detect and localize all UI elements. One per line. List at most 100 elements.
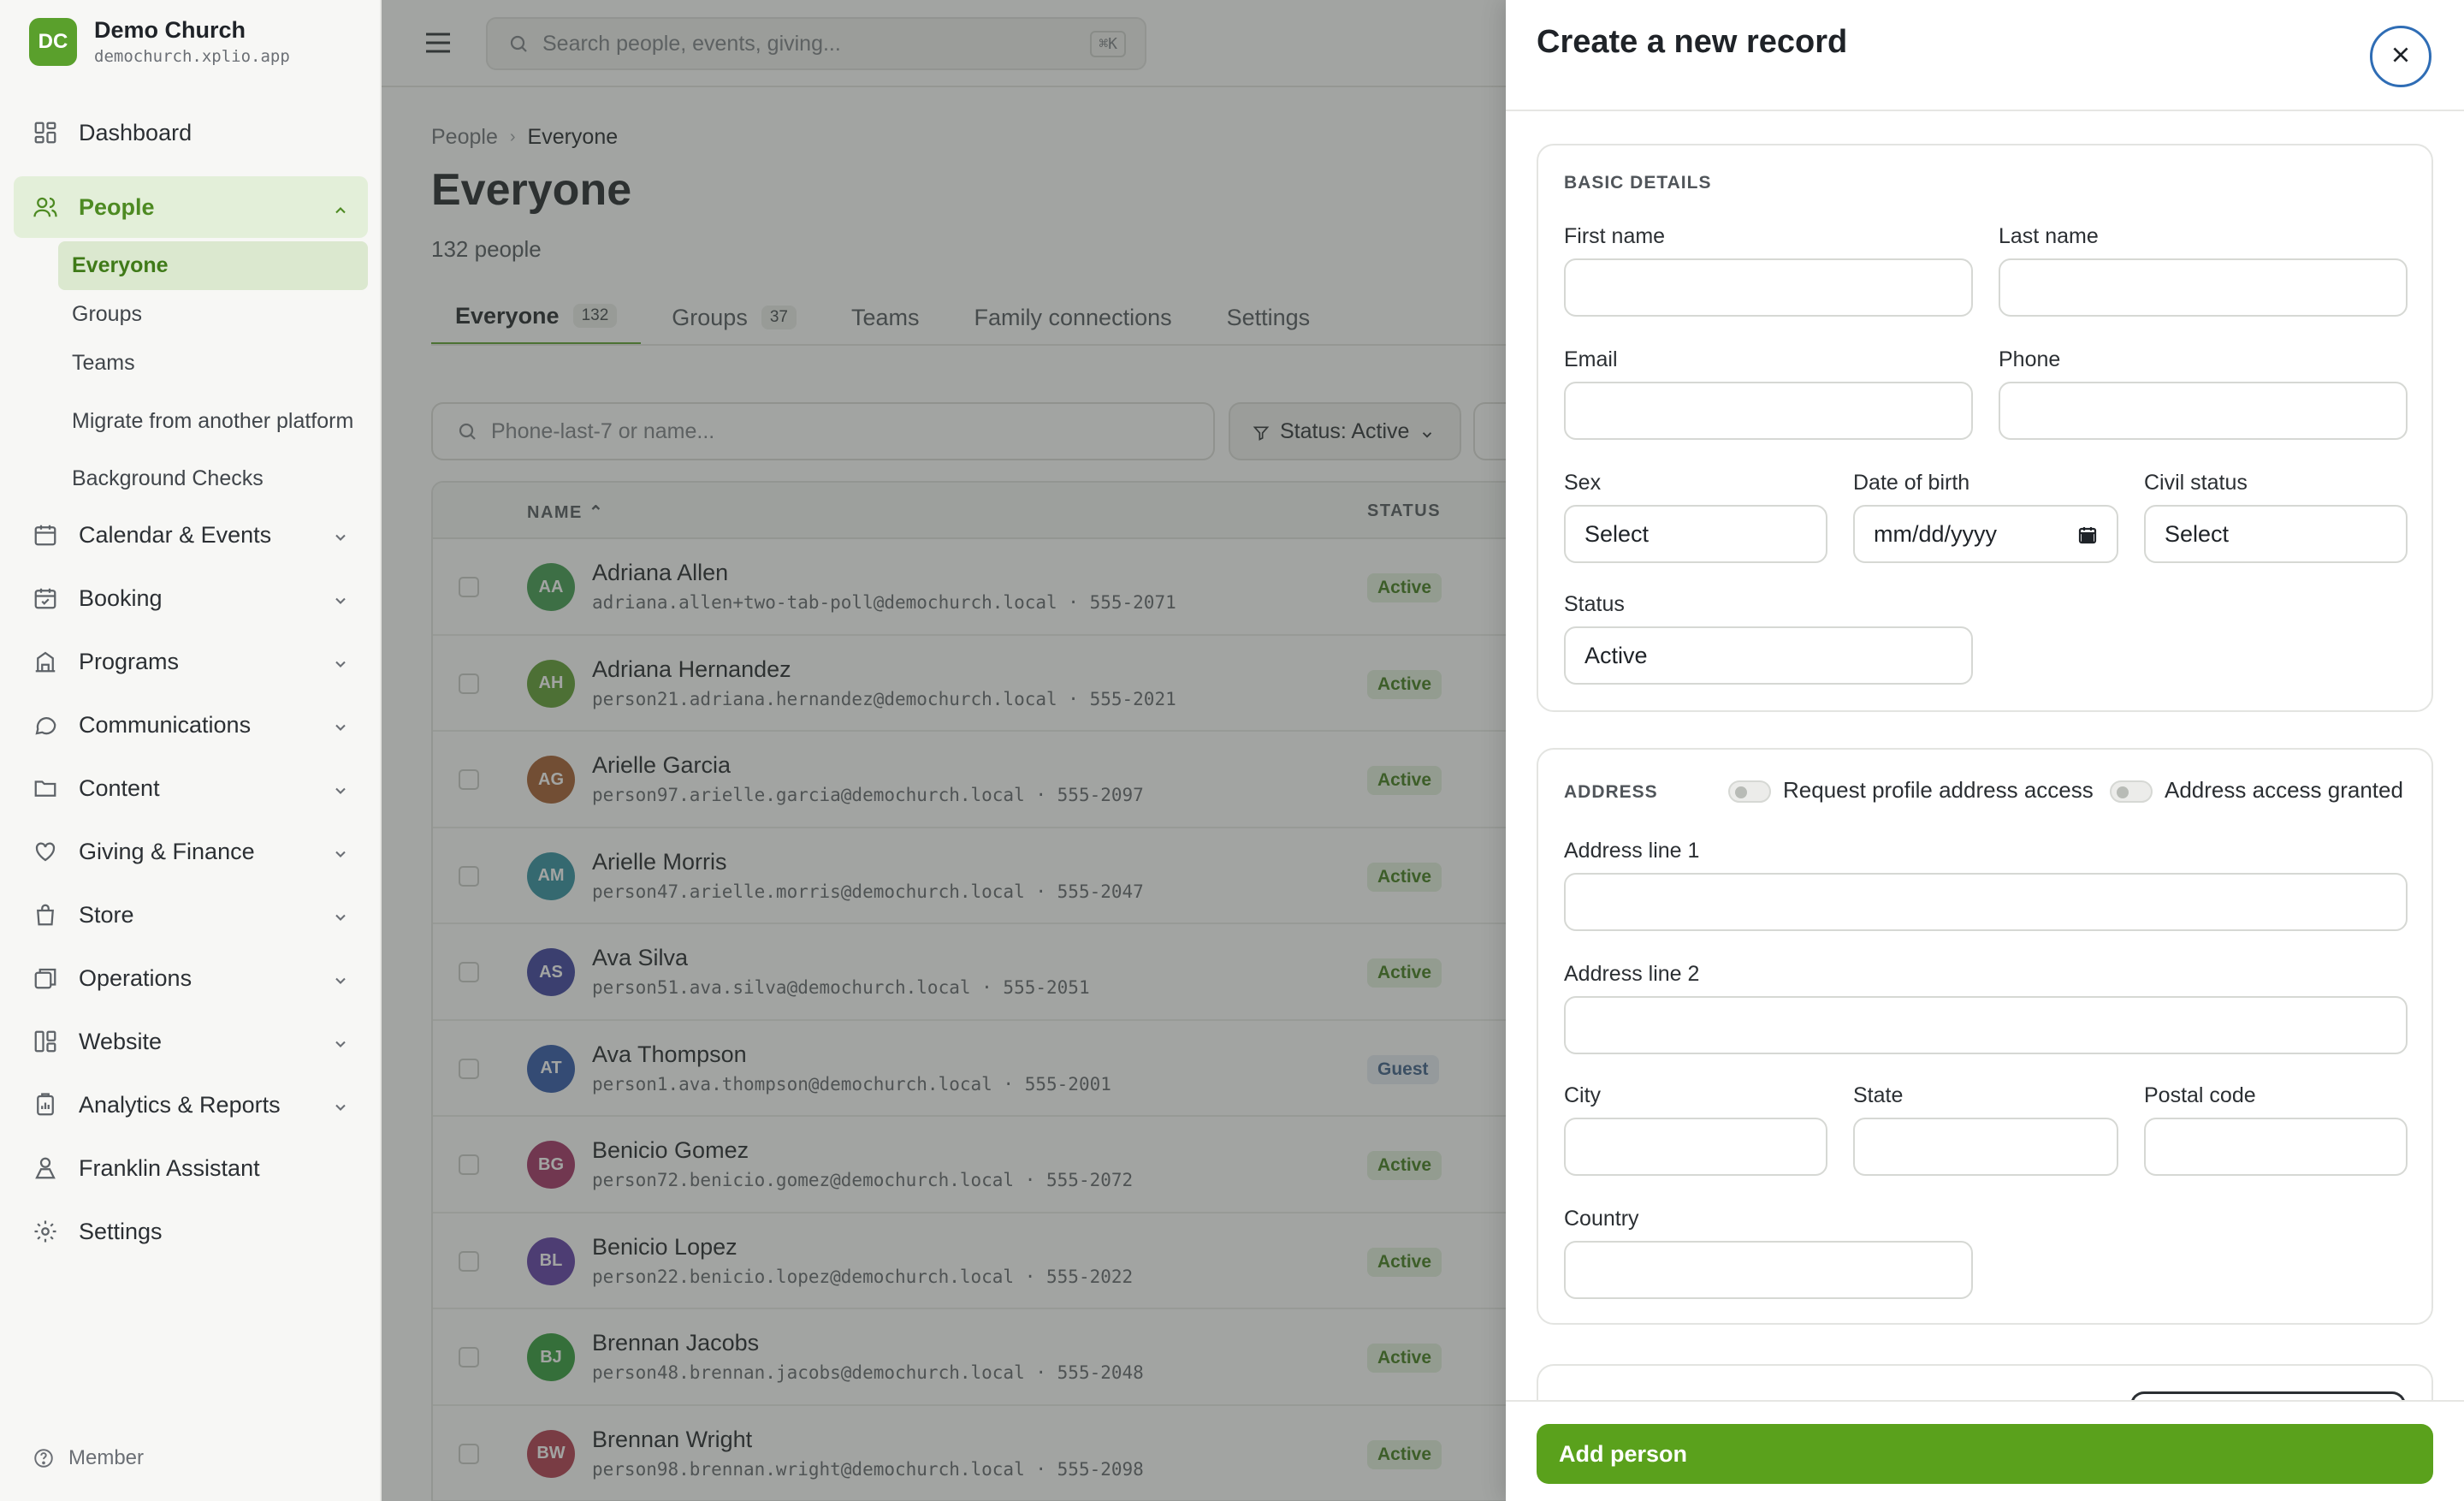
sidebar-item-communications[interactable]: Communications [0, 693, 382, 756]
member-role[interactable]: Member [33, 1446, 144, 1470]
sidebar-subitem-teams[interactable]: Teams [58, 339, 368, 388]
status-label: Status [1564, 592, 1625, 616]
request-address-toggle[interactable] [1728, 780, 1771, 803]
chevron-down-icon [332, 779, 349, 796]
sidebar-item-people[interactable]: People [14, 176, 368, 238]
close-icon [2390, 44, 2412, 70]
sidebar-subitem-migrate[interactable]: Migrate from another platform [58, 388, 368, 454]
sidebar: DC Demo Church demochurch.xplio.app Dash… [0, 0, 382, 1501]
chevron-down-icon [332, 1032, 349, 1049]
sidebar-nav: Dashboard People Everyone Groups Teams M… [0, 101, 382, 1263]
country-label: Country [1564, 1207, 1639, 1231]
sidebar-item-booking[interactable]: Booking [0, 567, 382, 630]
people-submenu: Everyone Groups Teams Migrate from anoth… [0, 241, 382, 503]
address-granted-label: Address access granted [2165, 777, 2403, 803]
chevron-up-icon [332, 199, 349, 216]
sex-label: Sex [1564, 471, 1602, 495]
sidebar-item-label: Franklin Assistant [79, 1154, 260, 1181]
sidebar-item-label: Analytics & Reports [79, 1091, 281, 1118]
country-field[interactable] [1564, 1241, 1973, 1299]
sidebar-item-label: Communications [79, 711, 252, 738]
dob-placeholder: mm/dd/yyyy [1874, 520, 1998, 547]
phone-field[interactable] [1999, 382, 2408, 440]
status-select[interactable]: Active [1564, 626, 1973, 685]
users-icon [31, 193, 60, 222]
email-field[interactable] [1564, 382, 1973, 440]
brand[interactable]: DC Demo Church demochurch.xplio.app [29, 17, 290, 66]
sidebar-item-operations[interactable]: Operations [0, 946, 382, 1010]
brand-name: Demo Church [94, 17, 246, 43]
calendar-icon[interactable] [2077, 525, 2098, 545]
hand-heart-icon [31, 837, 60, 866]
email-label: Email [1564, 347, 1618, 371]
dob-label: Date of birth [1853, 471, 1970, 495]
basic-details-card: BASIC DETAILS First name Last name Email… [1537, 144, 2433, 712]
drawer-footer: Add person [1506, 1400, 2464, 1501]
clipboard-chart-icon [31, 1090, 60, 1119]
sidebar-item-analytics[interactable]: Analytics & Reports [0, 1073, 382, 1136]
postal-code-field[interactable] [2144, 1118, 2408, 1176]
sidebar-item-label: People [79, 193, 155, 220]
sidebar-subitem-everyone[interactable]: Everyone [58, 241, 368, 290]
sex-select[interactable]: Select [1564, 505, 1827, 563]
layers-icon [31, 964, 60, 993]
sidebar-item-assistant[interactable]: Franklin Assistant [0, 1136, 382, 1200]
drawer-title: Create a new record [1537, 24, 1848, 60]
phone-label: Phone [1999, 347, 2061, 371]
chat-icon [31, 710, 60, 739]
address-granted-toggle[interactable] [2110, 780, 2153, 803]
sidebar-item-label: Booking [79, 584, 163, 611]
dob-field[interactable]: mm/dd/yyyy [1853, 505, 2118, 563]
sidebar-item-label: Programs [79, 648, 180, 674]
drawer-header: Create a new record [1506, 0, 2464, 111]
brand-domain: demochurch.xplio.app [94, 47, 290, 66]
folder-icon [31, 774, 60, 803]
dashboard-icon [31, 118, 60, 147]
sidebar-item-content[interactable]: Content [0, 756, 382, 820]
city-field[interactable] [1564, 1118, 1827, 1176]
layout-icon [31, 1027, 60, 1056]
close-button[interactable] [2370, 26, 2431, 87]
address-line1-label: Address line 1 [1564, 839, 1700, 863]
sidebar-item-label: Store [79, 901, 134, 928]
chevron-down-icon [332, 715, 349, 733]
sidebar-subitem-groups[interactable]: Groups [58, 290, 368, 339]
chevron-down-icon [332, 652, 349, 669]
sidebar-item-programs[interactable]: Programs [0, 630, 382, 693]
building-icon [31, 647, 60, 676]
brand-logo: DC [29, 17, 77, 66]
city-label: City [1564, 1083, 1602, 1107]
first-name-field[interactable] [1564, 258, 1973, 317]
section-title: BASIC DETAILS [1564, 173, 1712, 193]
sidebar-item-label: Operations [79, 964, 192, 991]
assistant-icon [31, 1154, 60, 1183]
chevron-down-icon [332, 842, 349, 859]
sidebar-item-store[interactable]: Store [0, 883, 382, 946]
chevron-down-icon [332, 589, 349, 606]
request-address-label: Request profile address access [1783, 777, 2094, 803]
calendar-icon [31, 520, 60, 549]
chevron-down-icon [332, 905, 349, 923]
sidebar-item-giving[interactable]: Giving & Finance [0, 820, 382, 883]
member-label: Member [68, 1446, 145, 1469]
civil-status-select[interactable]: Select [2144, 505, 2408, 563]
address-line1-field[interactable] [1564, 873, 2408, 931]
calendar-check-icon [31, 584, 60, 613]
chevron-down-icon [332, 1095, 349, 1112]
address-line2-field[interactable] [1564, 996, 2408, 1054]
sidebar-item-website[interactable]: Website [0, 1010, 382, 1073]
sidebar-item-label: Calendar & Events [79, 521, 272, 548]
sidebar-item-label: Dashboard [79, 119, 192, 145]
sidebar-item-label: Content [79, 774, 160, 801]
sidebar-item-dashboard[interactable]: Dashboard [0, 101, 382, 164]
section-title: ADDRESS [1564, 782, 1658, 802]
last-name-field[interactable] [1999, 258, 2408, 317]
sidebar-item-label: Settings [79, 1218, 163, 1244]
sidebar-item-label: Giving & Finance [79, 838, 255, 864]
add-person-button[interactable]: Add person [1537, 1424, 2433, 1484]
state-field[interactable] [1853, 1118, 2118, 1176]
sidebar-subitem-background-checks[interactable]: Background Checks [58, 454, 368, 503]
sidebar-item-settings[interactable]: Settings [0, 1200, 382, 1263]
chevron-down-icon [332, 525, 349, 543]
sidebar-item-calendar[interactable]: Calendar & Events [0, 503, 382, 567]
